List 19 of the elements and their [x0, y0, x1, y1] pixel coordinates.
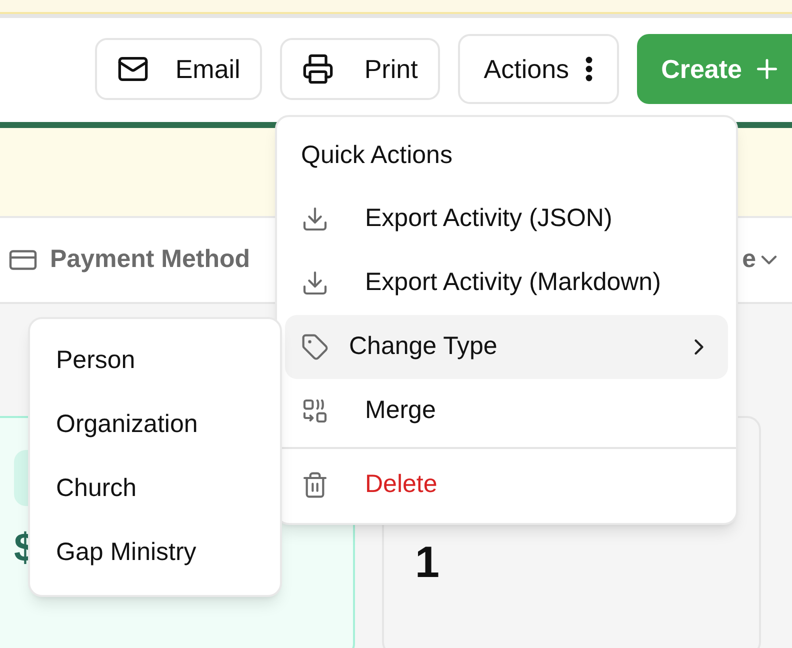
print-button[interactable]: Print [280, 38, 440, 100]
menu-item[interactable]: Organization [36, 393, 274, 457]
payment-method-tab[interactable]: Payment Method [8, 241, 250, 279]
menu-item[interactable]: Person [36, 329, 274, 393]
menu-title: Quick Actions [300, 140, 454, 171]
merge-icon [301, 396, 329, 424]
stat-value: 1 [415, 538, 440, 587]
tag-icon [301, 332, 329, 360]
menu-item[interactable]: Gap Ministry [36, 521, 274, 585]
more-icon [585, 56, 594, 82]
printer-icon [302, 53, 334, 85]
email-button[interactable]: Email [95, 38, 262, 100]
menu-item[interactable]: Change Type [285, 314, 728, 378]
download-icon [301, 268, 329, 296]
actions-button[interactable]: Actions [458, 34, 620, 104]
filter-tab[interactable]: e [742, 241, 782, 279]
download-icon [301, 204, 329, 232]
menu-item[interactable]: Church [36, 457, 274, 521]
trash-icon [301, 470, 329, 498]
